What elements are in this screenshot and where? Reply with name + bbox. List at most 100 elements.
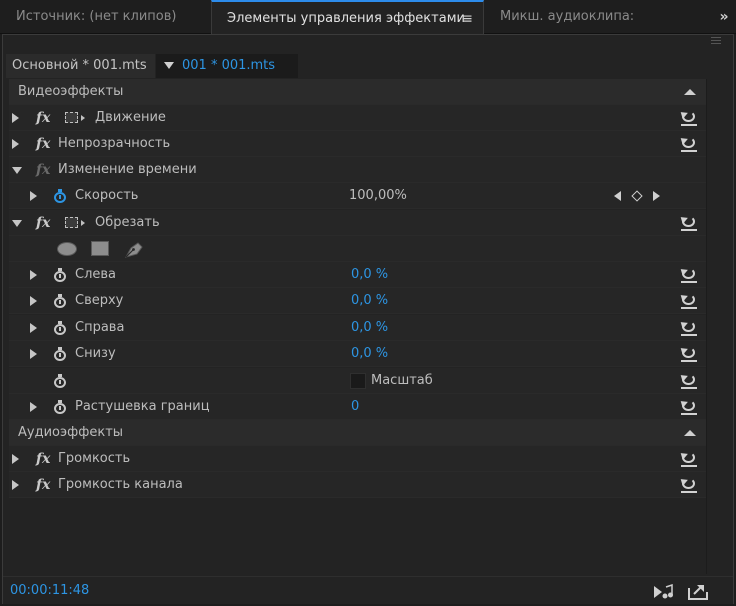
reset-icon[interactable] (678, 319, 698, 336)
prop-label: Растушевка границ (75, 399, 210, 414)
sequence-clip-selector[interactable]: 001 * 001.mts (156, 54, 298, 78)
collapse-up-icon[interactable] (684, 89, 696, 95)
expand-down-icon[interactable] (12, 220, 22, 227)
prop-row-crop-top[interactable]: Сверху 0,0 % (9, 288, 706, 314)
effect-name: Обрезать (95, 215, 160, 230)
effect-row-crop[interactable]: fx Обрезать (9, 210, 706, 236)
prop-value[interactable]: 0,0 % (351, 262, 388, 288)
stopwatch-icon[interactable] (54, 268, 67, 282)
timecode[interactable]: 00:00:11:48 (10, 577, 89, 605)
reset-icon[interactable] (678, 109, 698, 126)
prop-value[interactable]: 0,0 % (351, 341, 388, 367)
fx-toggle-icon[interactable]: fx (36, 472, 50, 498)
tab-effect-controls-label: Элементы управления эффектами (227, 11, 465, 26)
stopwatch-icon[interactable] (54, 400, 67, 414)
reset-icon[interactable] (678, 476, 698, 493)
prop-value[interactable]: 0,0 % (351, 288, 388, 314)
panel-menu-icon[interactable]: ≡ (461, 2, 473, 36)
panel-header (3, 35, 733, 53)
section-audio-effects[interactable]: Аудиоэффекты (9, 420, 706, 446)
prop-row-crop-right[interactable]: Справа 0,0 % (9, 315, 706, 341)
tab-effect-controls[interactable]: Элементы управления эффектами ≡ (211, 0, 484, 34)
rectangle-mask-icon[interactable] (91, 241, 109, 256)
stopwatch-icon[interactable] (54, 374, 67, 388)
stopwatch-icon[interactable] (54, 321, 67, 335)
reset-icon[interactable] (678, 135, 698, 152)
tab-audio-clip-mixer[interactable]: Микш. аудиоклипа: (500, 0, 634, 34)
reset-icon[interactable] (678, 345, 698, 362)
stopwatch-icon[interactable] (54, 189, 67, 203)
section-title: Аудиоэффекты (18, 425, 124, 440)
expand-right-icon[interactable] (30, 323, 37, 333)
expand-right-icon[interactable] (12, 454, 19, 464)
reset-icon[interactable] (678, 266, 698, 283)
mask-tools-row (9, 236, 706, 262)
keyframe-next-icon[interactable] (653, 191, 660, 201)
zoom-label: Масштаб (371, 373, 433, 388)
master-clip-label[interactable]: Основной * 001.mts (6, 54, 155, 78)
prop-label: Справа (75, 320, 125, 335)
prop-label: Слева (75, 267, 117, 282)
stopwatch-icon[interactable] (54, 347, 67, 361)
ellipse-mask-icon[interactable] (57, 242, 77, 256)
expand-right-icon[interactable] (12, 113, 19, 123)
expand-right-icon[interactable] (12, 139, 19, 149)
effect-row-opacity[interactable]: fx Непрозрачность (9, 131, 706, 157)
expand-right-icon[interactable] (30, 191, 37, 201)
expand-right-icon[interactable] (30, 270, 37, 280)
sequence-clip-label: 001 * 001.mts (182, 58, 276, 73)
keyframe-prev-icon[interactable] (614, 191, 621, 201)
section-title: Видеоэффекты (18, 84, 124, 99)
section-video-effects[interactable]: Видеоэффекты (9, 79, 706, 105)
pen-mask-icon[interactable] (123, 239, 145, 259)
speed-value[interactable]: 100,00% (349, 183, 407, 209)
expand-right-icon[interactable] (30, 402, 37, 412)
reset-icon[interactable] (678, 292, 698, 309)
fx-toggle-icon[interactable]: fx (36, 446, 50, 472)
prop-row-edge-feather[interactable]: Растушевка границ 0 (9, 394, 706, 420)
expand-right-icon[interactable] (30, 349, 37, 359)
prop-row-crop-bottom[interactable]: Снизу 0,0 % (9, 341, 706, 367)
reset-icon[interactable] (678, 450, 698, 467)
expand-down-icon[interactable] (12, 167, 22, 174)
prop-row-speed[interactable]: Скорость 100,00% (9, 183, 706, 209)
expand-right-icon[interactable] (12, 480, 19, 490)
effect-name: Движение (95, 110, 166, 125)
fx-toggle-icon: fx (36, 162, 51, 178)
export-icon[interactable] (687, 583, 709, 601)
expand-right-icon[interactable] (30, 296, 37, 306)
collapse-up-icon[interactable] (684, 430, 696, 436)
chevron-down-icon (164, 62, 174, 69)
reset-icon[interactable] (678, 398, 698, 415)
tab-source[interactable]: Источник: (нет клипов) (16, 0, 176, 34)
stopwatch-icon[interactable] (54, 294, 67, 308)
fx-toggle-icon[interactable]: fx (36, 210, 50, 236)
effect-row-volume[interactable]: fx Громкость (9, 446, 706, 472)
more-tabs-icon[interactable]: » (712, 0, 736, 34)
prop-label: Сверху (75, 293, 124, 308)
reset-icon[interactable] (678, 372, 698, 389)
effect-row-time-remapping[interactable]: fx Изменение времени (9, 157, 706, 183)
timeline-area[interactable] (706, 79, 730, 574)
grip-icon[interactable] (711, 37, 721, 49)
prop-value[interactable]: 0 (351, 394, 359, 420)
effect-name: Непрозрачность (58, 136, 171, 151)
effect-row-channel-volume[interactable]: fx Громкость канала (9, 472, 706, 498)
prop-row-crop-left[interactable]: Слева 0,0 % (9, 262, 706, 288)
zoom-checkbox[interactable] (350, 373, 366, 389)
prop-value[interactable]: 0,0 % (351, 315, 388, 341)
effect-row-motion[interactable]: fx Движение (9, 105, 706, 131)
fx-toggle-icon[interactable]: fx (36, 131, 50, 157)
fx-toggle-icon[interactable]: fx (36, 105, 50, 131)
prop-row-zoom[interactable]: Масштаб (9, 368, 706, 394)
bottom-bar: 00:00:11:48 (3, 576, 733, 604)
prop-label: Снизу (75, 346, 116, 361)
keyframe-add-icon[interactable] (631, 190, 643, 202)
motion-transform-icon[interactable] (65, 217, 87, 229)
clip-header: Основной * 001.mts 001 * 001.mts (6, 54, 706, 78)
panel-tab-bar: Источник: (нет клипов) Элементы управлен… (0, 0, 736, 34)
reset-icon[interactable] (678, 214, 698, 231)
effect-name: Изменение времени (58, 162, 197, 177)
motion-transform-icon[interactable] (65, 112, 87, 124)
play-audio-icon[interactable] (653, 583, 675, 600)
